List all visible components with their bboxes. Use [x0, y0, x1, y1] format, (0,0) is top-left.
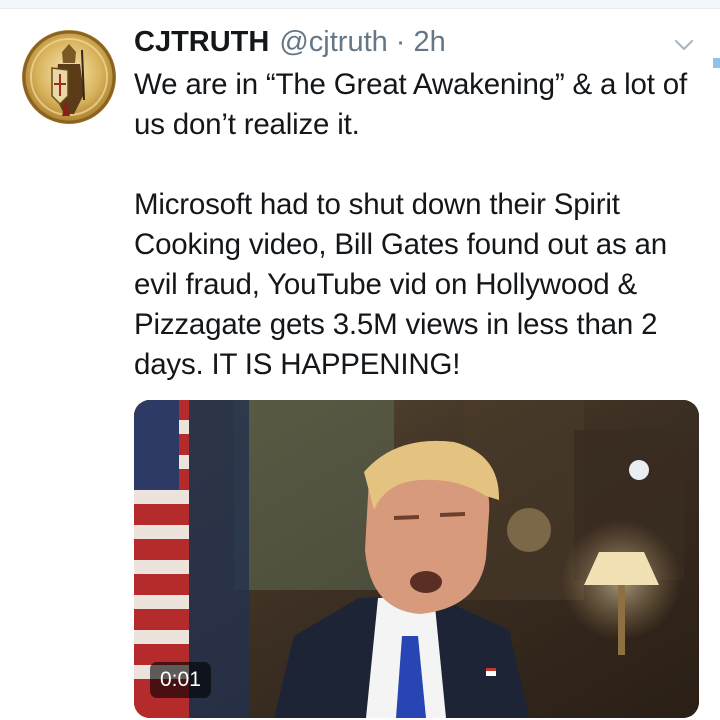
- video-player[interactable]: 0:01: [134, 400, 699, 718]
- top-divider: [0, 0, 720, 9]
- tweet-text: We are in “The Great Awakening” & a lot …: [134, 65, 709, 385]
- video-thumbnail: [134, 400, 699, 718]
- chevron-down-icon[interactable]: [673, 34, 695, 56]
- author-name[interactable]: CJTRUTH: [134, 26, 269, 59]
- author-handle[interactable]: @cjtruth: [279, 26, 387, 59]
- scroll-indicator: [713, 58, 720, 68]
- knight-emblem-icon: [22, 30, 116, 124]
- video-duration-badge: 0:01: [150, 662, 211, 698]
- timestamp[interactable]: 2h: [413, 26, 445, 59]
- avatar[interactable]: [22, 30, 116, 124]
- tweet-paragraph: We are in “The Great Awakening” & a lot …: [134, 68, 687, 141]
- tweet-paragraph: Microsoft had to shut down their Spirit …: [134, 188, 667, 381]
- tweet-header: CJTRUTH @cjtruth · 2h: [134, 20, 446, 64]
- chevron-down-icon-graphic: [674, 39, 694, 51]
- separator-dot: ·: [395, 25, 406, 58]
